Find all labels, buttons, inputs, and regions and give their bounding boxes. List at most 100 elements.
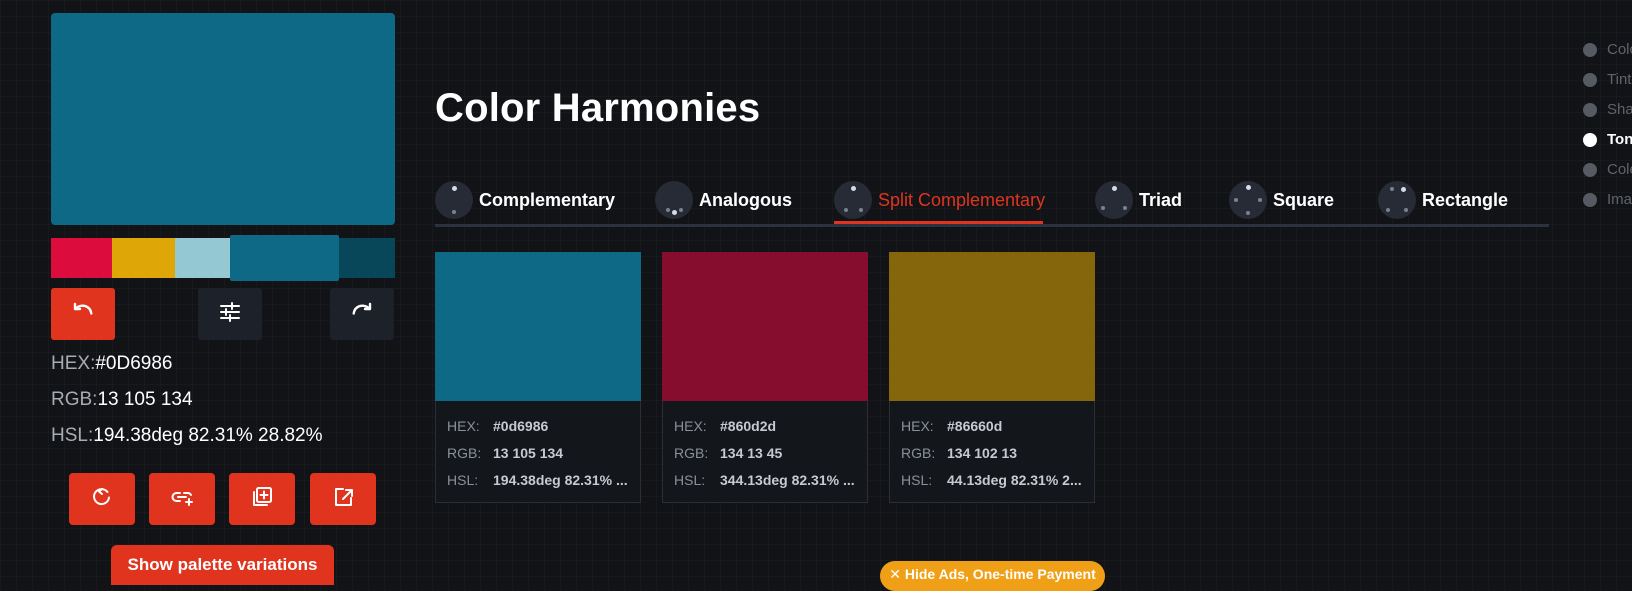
side-nav-item[interactable]: Cole — [1583, 161, 1632, 178]
tab-label: Triad — [1139, 189, 1183, 210]
card-rgb-value[interactable]: 134 102 13 — [947, 445, 1017, 461]
tab-triad[interactable]: Triad — [1095, 176, 1182, 224]
redo-button[interactable] — [330, 288, 394, 340]
adjust-button[interactable] — [198, 288, 262, 340]
tab-split-complementary[interactable]: Split Complementary — [834, 176, 1045, 224]
side-nav-label: Ton — [1607, 131, 1632, 148]
nav-dot-icon — [1583, 102, 1597, 117]
side-nav-item[interactable]: Sha — [1583, 101, 1632, 118]
nav-dot-icon — [1583, 42, 1597, 57]
rgb-key: RGB: — [51, 389, 98, 410]
share-icon — [331, 485, 355, 514]
side-nav-item-active[interactable]: Ton — [1583, 131, 1632, 148]
hsl-readout: HSL:194.38deg 82.31% 28.82% — [51, 425, 323, 447]
page-title: Color Harmonies — [435, 86, 761, 130]
card-hsl-value[interactable]: 344.13deg 82.31% ... — [720, 472, 855, 488]
side-nav-item[interactable]: Colo — [1583, 41, 1632, 58]
side-nav-item[interactable]: Tint — [1583, 71, 1631, 88]
side-nav-item[interactable]: Ima — [1583, 191, 1632, 208]
add-to-collection-icon — [250, 485, 274, 514]
hex-value[interactable]: #0D6986 — [95, 353, 172, 374]
card-rgb-value[interactable]: 134 13 45 — [720, 445, 782, 461]
tab-analogous[interactable]: Analogous — [655, 176, 792, 224]
share-button[interactable] — [310, 473, 376, 525]
rgb-value[interactable]: 13 105 134 — [97, 389, 192, 410]
card-hex-row: HEX: #0d6986 — [447, 418, 548, 434]
palette-swatch-active[interactable] — [230, 235, 339, 281]
current-color-swatch — [51, 13, 395, 225]
refresh-icon — [90, 485, 114, 514]
link-add-icon — [170, 485, 194, 514]
refresh-button[interactable] — [69, 473, 135, 525]
undo-icon — [71, 300, 95, 329]
harmony-swatch[interactable] — [662, 252, 868, 401]
card-hex-value[interactable]: #860d2d — [720, 418, 776, 434]
card-rgb-key: RGB: — [674, 445, 709, 461]
hsl-key: HSL: — [51, 425, 94, 446]
add-to-collection-button[interactable] — [229, 473, 295, 525]
card-rgb-key: RGB: — [447, 445, 482, 461]
harmony-swatch[interactable] — [889, 252, 1095, 401]
card-rgb-row: RGB: 134 13 45 — [674, 445, 782, 461]
tab-label: Rectangle — [1422, 189, 1509, 210]
rgb-readout: RGB:13 105 134 — [51, 389, 193, 411]
card-hex-row: HEX: #86660d — [901, 418, 1002, 434]
side-nav-label: Ima — [1607, 191, 1632, 208]
card-hsl-key: HSL: — [447, 472, 479, 488]
card-rgb-row: RGB: 13 105 134 — [447, 445, 563, 461]
tab-label: Analogous — [699, 189, 792, 210]
card-rgb-row: RGB: 134 102 13 — [901, 445, 1017, 461]
redo-icon — [350, 300, 374, 329]
tab-rectangle[interactable]: Rectangle — [1378, 176, 1508, 224]
side-nav-label: Sha — [1607, 101, 1632, 118]
palette-swatch[interactable] — [112, 238, 175, 278]
sliders-icon — [218, 300, 242, 329]
undo-button[interactable] — [51, 288, 115, 340]
card-rgb-value[interactable]: 13 105 134 — [493, 445, 563, 461]
card-hsl-value[interactable]: 44.13deg 82.31% 2... — [947, 472, 1082, 488]
analogous-dial-icon — [655, 181, 693, 219]
split-complementary-dial-icon — [834, 181, 872, 219]
card-hex-row: HEX: #860d2d — [674, 418, 776, 434]
harmony-card[interactable]: HEX: #860d2d RGB: 134 13 45 HSL: 344.13deg … — [662, 252, 868, 503]
harmony-card[interactable]: HEX: #0d6986 RGB: 13 105 134 HSL: 194.38deg… — [435, 252, 641, 503]
side-nav-label: Cole — [1607, 161, 1632, 178]
hsl-value[interactable]: 194.38deg 82.31% 28.82% — [93, 425, 322, 446]
card-hex-value[interactable]: #0d6986 — [493, 418, 548, 434]
card-hsl-row: HSL: 194.38deg 82.31% ... — [447, 472, 628, 488]
side-nav-label: Colo — [1607, 41, 1632, 58]
card-hex-key: HEX: — [901, 418, 934, 434]
triad-dial-icon — [1095, 181, 1133, 219]
nav-dot-icon — [1583, 132, 1597, 147]
tab-complementary[interactable]: Complementary — [435, 176, 615, 224]
nav-dot-icon — [1583, 192, 1597, 207]
copy-link-button[interactable] — [149, 473, 215, 525]
palette-strip — [51, 235, 395, 281]
harmony-card[interactable]: HEX: #86660d RGB: 134 102 13 HSL: 44.13deg … — [889, 252, 1095, 503]
complementary-dial-icon — [435, 181, 473, 219]
tab-label: Square — [1273, 189, 1335, 210]
harmony-swatch[interactable] — [435, 252, 641, 401]
nav-dot-icon — [1583, 162, 1597, 177]
show-palette-variations-button[interactable]: Show palette variations — [111, 545, 334, 585]
hex-readout: HEX:#0D6986 — [51, 353, 172, 375]
card-hsl-value[interactable]: 194.38deg 82.31% ... — [493, 472, 628, 488]
rectangle-dial-icon — [1378, 181, 1416, 219]
hide-ads-button[interactable]: ✕ Hide Ads, One-time Payment — [880, 561, 1105, 591]
palette-swatch[interactable] — [175, 238, 230, 278]
card-hsl-row: HSL: 44.13deg 82.31% 2... — [901, 472, 1082, 488]
card-rgb-key: RGB: — [901, 445, 936, 461]
card-hsl-key: HSL: — [674, 472, 706, 488]
square-dial-icon — [1229, 181, 1267, 219]
palette-swatch[interactable] — [51, 238, 112, 278]
active-tab-indicator — [834, 221, 1043, 224]
harmony-tabs: Complementary Analogous Split Complement… — [435, 176, 1549, 227]
palette-swatch[interactable] — [339, 238, 395, 278]
card-hsl-row: HSL: 344.13deg 82.31% ... — [674, 472, 855, 488]
card-hex-value[interactable]: #86660d — [947, 418, 1002, 434]
card-hex-key: HEX: — [447, 418, 480, 434]
card-hex-key: HEX: — [674, 418, 707, 434]
nav-dot-icon — [1583, 72, 1597, 87]
hex-key: HEX: — [51, 353, 96, 374]
tab-square[interactable]: Square — [1229, 176, 1334, 224]
